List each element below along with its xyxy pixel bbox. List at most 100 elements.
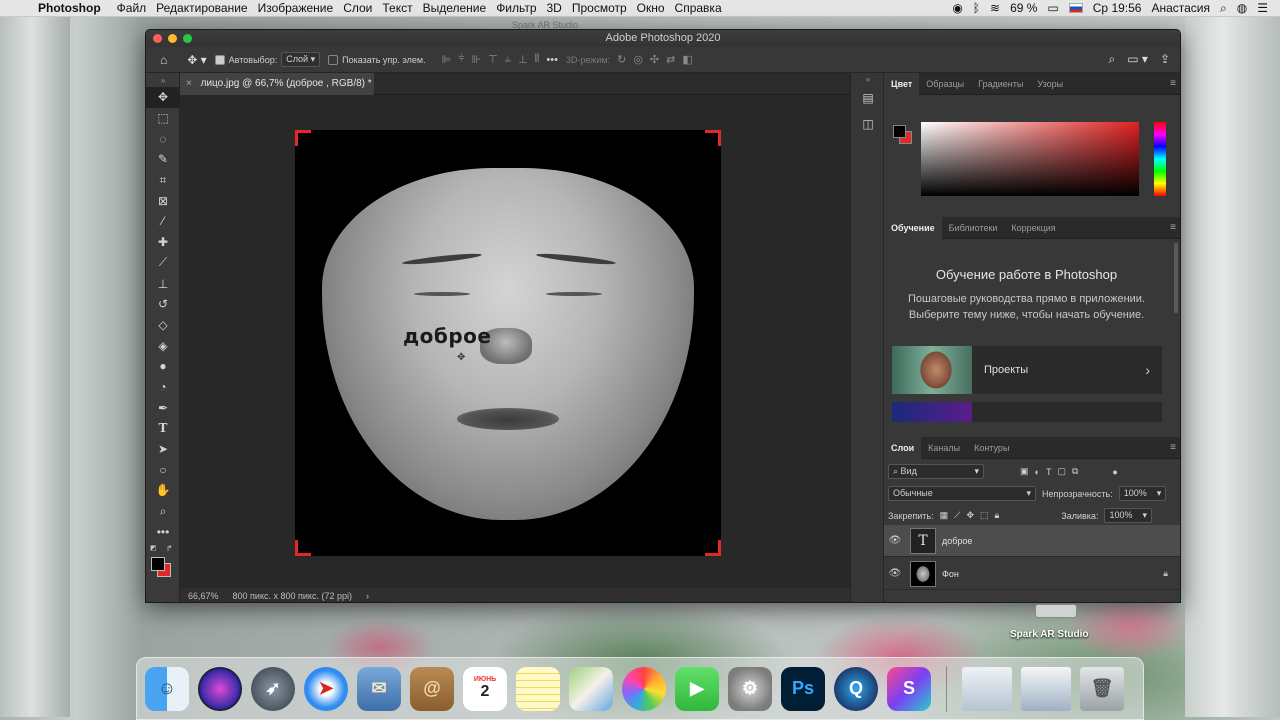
finder-icon[interactable]: ☺ [145, 666, 189, 711]
layer-name[interactable]: доброе [942, 536, 1180, 546]
tab-color[interactable]: Цвет [884, 72, 920, 95]
tab-channels[interactable]: Каналы [921, 437, 967, 459]
menu-layers[interactable]: Слои [343, 1, 380, 15]
marquee-tool-icon[interactable]: ⬚ [146, 108, 180, 129]
crop-tool-icon[interactable]: ⌗ [146, 170, 180, 191]
battery-percent[interactable]: 69 % [1010, 1, 1037, 15]
canvas-area[interactable]: доброе ✥ [180, 95, 850, 588]
input-source-flag-icon[interactable] [1068, 3, 1083, 13]
maps-icon[interactable] [569, 666, 613, 711]
notes-icon[interactable] [516, 666, 560, 711]
eraser-tool-icon[interactable]: ◇ [146, 315, 180, 336]
type-tool-icon[interactable]: T [146, 418, 180, 439]
document-canvas[interactable]: доброе ✥ [295, 130, 721, 556]
filter-type-icon[interactable]: T [1046, 467, 1052, 477]
bluetooth-icon[interactable]: ᛒ [973, 1, 980, 15]
contacts-icon[interactable]: @ [410, 666, 454, 711]
swap-colors-icon[interactable]: ↱ [166, 544, 173, 553]
move-tool-preset-icon[interactable]: ✥ ▾ [187, 53, 206, 67]
align-bottom-icon[interactable]: ⊥ [518, 53, 528, 66]
visibility-eye-icon[interactable]: 👁︎ [884, 535, 906, 546]
drag-3d-icon[interactable]: ✣ [650, 53, 659, 66]
tab-learn[interactable]: Обучение [884, 216, 942, 239]
default-colors-icon[interactable]: ◩ [150, 544, 157, 552]
mail-stamp-icon[interactable]: ✉ [357, 666, 401, 711]
workspace-icon[interactable]: ▭ ▾ [1127, 52, 1148, 67]
shape-tool-icon[interactable]: ○ [146, 459, 180, 480]
learn-card-next[interactable] [892, 402, 1162, 422]
learn-card-projects[interactable]: Проекты › [892, 346, 1162, 394]
document-tab[interactable]: × лицо.jpg @ 66,7% (доброе , RGB/8) * [180, 73, 374, 95]
close-tab-icon[interactable]: × [186, 78, 192, 89]
zoom-level[interactable]: 66,67% [188, 588, 219, 602]
quick-select-tool-icon[interactable]: ✎ [146, 149, 180, 170]
menu-3d[interactable]: 3D [547, 1, 570, 15]
roll-3d-icon[interactable]: ◎ [633, 53, 643, 66]
paint-bucket-tool-icon[interactable]: ◈ [146, 335, 180, 356]
wifi-icon[interactable]: ≋ [990, 1, 1000, 15]
search-icon[interactable]: ⌕ [1109, 52, 1116, 67]
clone-stamp-tool-icon[interactable]: ⊥ [146, 273, 180, 294]
learn-panel-menu-icon[interactable]: ≡ [1170, 222, 1176, 233]
crop-handle-top-left[interactable] [295, 130, 311, 146]
fill-field[interactable]: 100% ▾ [1104, 508, 1153, 523]
layers-panel-menu-icon[interactable]: ≡ [1170, 442, 1176, 453]
siri-icon[interactable]: ◍ [1237, 1, 1247, 15]
layer-name[interactable]: Фон [942, 569, 1163, 579]
menu-file[interactable]: Файл [117, 1, 155, 15]
align-left-icon[interactable]: ⊫ [442, 53, 452, 66]
tab-patterns[interactable]: Узоры [1030, 73, 1070, 95]
lock-artboard-icon[interactable]: ⬚ [980, 510, 989, 521]
tab-adjustments[interactable]: Коррекция [1004, 217, 1062, 239]
tab-paths[interactable]: Контуры [967, 437, 1016, 459]
lock-transparent-icon[interactable]: ▦ [940, 510, 949, 521]
blur-tool-icon[interactable]: ● [146, 356, 180, 377]
align-center-h-icon[interactable]: ⫩ [458, 53, 464, 66]
properties-panel-icon[interactable]: ◫ [851, 111, 885, 137]
filter-toggle-icon[interactable]: ● [1112, 467, 1117, 477]
minimize-window-button[interactable] [168, 34, 177, 43]
align-top-icon[interactable]: ⊤ [488, 53, 498, 66]
share-icon[interactable]: ⇪ [1160, 52, 1170, 67]
filter-shape-icon[interactable]: ▢ [1057, 466, 1066, 477]
path-select-tool-icon[interactable]: ➤ [146, 439, 180, 460]
crop-handle-bottom-left[interactable] [295, 540, 311, 556]
tab-swatches[interactable]: Образцы [919, 73, 971, 95]
status-expand-icon[interactable]: › [366, 588, 369, 602]
menu-image[interactable]: Изображение [258, 1, 342, 15]
menubar-clock[interactable]: Ср 19:56 [1093, 1, 1142, 15]
align-right-icon[interactable]: ⊪ [472, 53, 482, 66]
photos-icon[interactable] [622, 666, 666, 711]
layer-lock-icon[interactable]: 🔒︎ [1163, 568, 1180, 579]
battery-icon[interactable]: ▭ [1047, 1, 1058, 15]
dock-collapse-icon[interactable]: « [851, 73, 885, 85]
filter-smart-object-icon[interactable]: ⧉ [1072, 466, 1078, 477]
menu-help[interactable]: Справка [675, 1, 730, 15]
lock-position-icon[interactable]: ✥ [966, 510, 974, 521]
menu-window[interactable]: Окно [637, 1, 673, 15]
show-transform-option[interactable]: Показать упр. элем. [328, 54, 426, 65]
spotlight-search-icon[interactable]: ⌕ [1220, 1, 1227, 16]
visibility-eye-icon[interactable]: 👁︎ [884, 568, 906, 579]
color-panel-foreground-swatch[interactable] [893, 125, 906, 138]
blend-mode-dropdown[interactable]: Обычные ▾ [888, 486, 1036, 501]
quicktime-icon[interactable]: Q [834, 666, 878, 711]
spark-ar-studio-icon[interactable]: S [887, 666, 931, 711]
filter-adjustment-icon[interactable]: ◐ [1035, 467, 1040, 477]
frame-tool-icon[interactable]: ⊠ [146, 190, 180, 211]
safari-icon[interactable]: ➤ [304, 666, 348, 711]
canvas-text-layer[interactable]: доброе [403, 324, 491, 348]
layer-row-text[interactable]: 👁︎ T доброе [884, 525, 1180, 557]
tab-libraries[interactable]: Библиотеки [942, 217, 1005, 239]
launchpad-icon[interactable]: ➶ [251, 666, 295, 711]
facetime-icon[interactable]: ▶ [675, 666, 719, 711]
dodge-tool-icon[interactable]: ◔ [146, 377, 180, 398]
tab-gradients[interactable]: Градиенты [971, 73, 1030, 95]
slide-3d-icon[interactable]: ⇄ [666, 53, 675, 66]
home-icon[interactable]: ⌂ [160, 53, 167, 67]
trash-icon[interactable]: 🗑︎ [1080, 666, 1124, 711]
photoshop-dock-icon[interactable]: Ps [781, 666, 825, 711]
tab-layers[interactable]: Слои [884, 436, 922, 459]
show-transform-checkbox[interactable] [328, 54, 339, 65]
distribute-icon[interactable]: ⦀ [535, 53, 540, 66]
